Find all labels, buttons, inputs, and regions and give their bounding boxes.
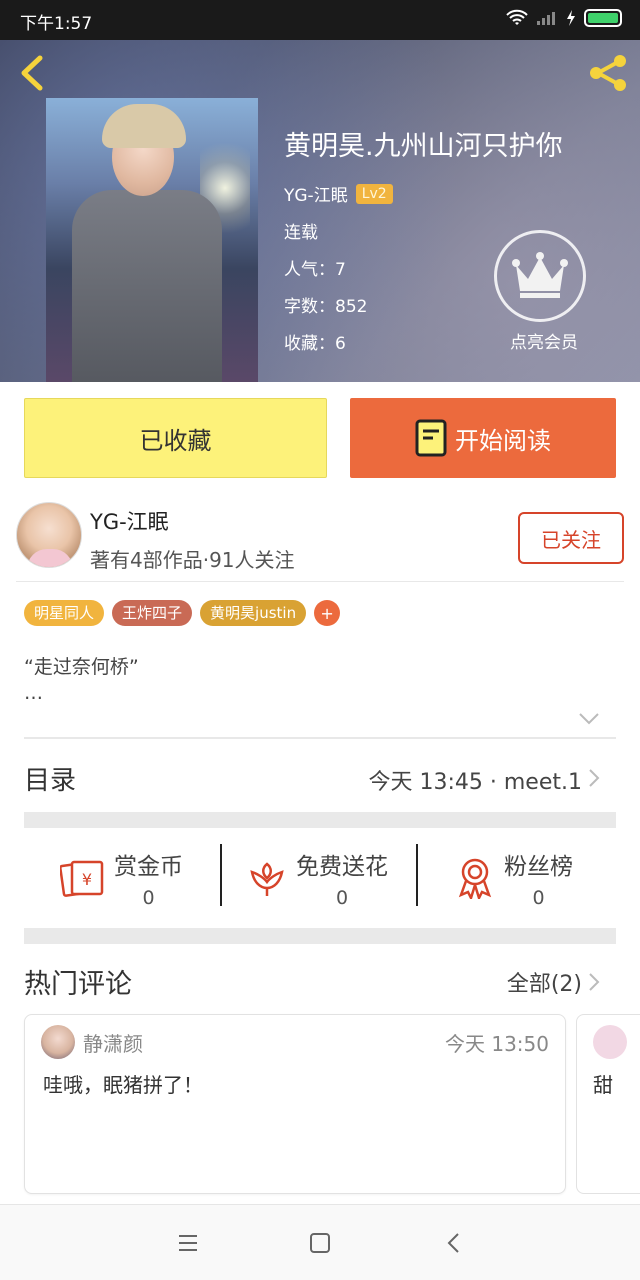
book-author-row: YG-江眠 Lv2 (284, 181, 563, 206)
charging-icon (567, 10, 575, 26)
commenter-avatar[interactable] (41, 1025, 75, 1059)
reward-flowers[interactable]: 免费送花 0 (248, 828, 388, 928)
svg-text:¥: ¥ (82, 870, 92, 889)
follow-button[interactable]: 已关注 (518, 512, 624, 564)
comment-text: 哇哦，眠猪拼了！ (43, 1073, 203, 1097)
level-badge: Lv2 (355, 183, 393, 204)
commenter-name[interactable]: 静潇颜 (83, 1028, 143, 1057)
status-icons (506, 9, 622, 27)
book-intro: “走过奈何桥” (24, 656, 139, 678)
book-detail: 已收藏 开始阅读 YG-江眠 著有4部作品·91人关注 已关注 明星同人 王炸四… (0, 382, 640, 1204)
comment-card[interactable]: 静潇颜 今天 13:50 哇哦，眠猪拼了！ (24, 1014, 566, 1194)
chevron-down-icon[interactable] (578, 712, 600, 726)
toc-title: 目录 (24, 766, 77, 796)
share-button[interactable] (586, 52, 630, 94)
book-author[interactable]: YG-江眠 (284, 181, 348, 206)
start-reading-button[interactable]: 开始阅读 (350, 398, 616, 478)
reward-flowers-value: 0 (335, 887, 349, 909)
comment-time: 今天 13:50 (445, 1032, 549, 1056)
reward-fans-label: 粉丝榜 (504, 854, 573, 880)
divider (220, 844, 222, 906)
battery-icon (584, 9, 622, 27)
reward-coins-label: 赏金币 (114, 854, 183, 880)
tag-list: 明星同人 王炸四子 黄明昊justin + (24, 600, 341, 626)
tag-item[interactable]: 王炸四子 (112, 600, 193, 626)
book-title: 黄明昊.九州山河只护你 (284, 131, 563, 162)
start-reading-label: 开始阅读 (455, 426, 551, 455)
signal-icon (537, 12, 555, 25)
all-comments-link[interactable]: 全部(2) (507, 966, 582, 998)
comment-card[interactable]: 甜 (576, 1014, 640, 1194)
menu-icon[interactable] (176, 1231, 200, 1255)
home-square-icon[interactable] (308, 1231, 332, 1255)
author-card[interactable]: YG-江眠 著有4部作品·91人关注 已关注 (16, 502, 624, 582)
reward-fans-value: 0 (532, 887, 545, 909)
book-cover[interactable] (46, 98, 258, 382)
back-button[interactable] (14, 52, 50, 94)
favorited-button[interactable]: 已收藏 (24, 398, 327, 478)
tag-item[interactable]: 黄明昊justin (200, 600, 307, 626)
comment-text: 甜 (593, 1073, 613, 1097)
author-avatar[interactable] (16, 502, 82, 568)
follow-label: 已关注 (541, 527, 601, 552)
wifi-icon (506, 9, 528, 25)
vip-button[interactable]: 点亮会员 (494, 230, 586, 353)
add-tag-button[interactable]: + (314, 600, 341, 626)
tag-item[interactable]: 明星同人 (24, 600, 105, 626)
chevron-right-icon (589, 769, 600, 787)
book-icon (415, 419, 447, 457)
divider (16, 581, 624, 582)
book-intro-more: … (24, 682, 43, 704)
hot-comments-title: 热门评论 (24, 969, 132, 1000)
book-hero: 黄明昊.九州山河只护你 YG-江眠 Lv2 连载 人气：7 字数：852 收藏：… (0, 40, 640, 382)
commenter-avatar[interactable] (593, 1025, 627, 1059)
divider (416, 844, 418, 906)
crown-icon (494, 230, 586, 322)
divider (24, 737, 616, 739)
medal-icon (458, 858, 492, 899)
status-bar: 下午1:57 (0, 0, 640, 40)
author-name[interactable]: YG-江眠 (90, 506, 169, 536)
reward-bar: ¥ 赏金币 0 免费送花 0 粉丝榜 0 (24, 828, 616, 928)
author-meta: 著有4部作品·91人关注 (90, 548, 295, 572)
chevron-right-icon[interactable] (588, 972, 600, 992)
flower-icon (250, 862, 284, 896)
reward-coins-value: 0 (142, 887, 155, 909)
section-band (24, 928, 616, 944)
back-triangle-icon[interactable] (442, 1231, 466, 1255)
vip-label: 点亮会员 (510, 333, 578, 353)
system-nav-bar (0, 1204, 640, 1280)
toc-latest-chapter: 今天 13:45 · meet.1 (368, 770, 583, 795)
reward-fans[interactable]: 粉丝榜 0 (456, 828, 573, 928)
hot-comments-header: 热门评论 全部(2) (24, 958, 616, 1008)
section-band (24, 812, 616, 828)
favorited-label: 已收藏 (139, 426, 212, 455)
status-time: 下午1:57 (20, 14, 93, 34)
red-envelope-icon: ¥ (60, 860, 104, 897)
table-of-contents[interactable]: 目录 今天 13:45 · meet.1 (24, 752, 616, 802)
reward-flowers-label: 免费送花 (296, 854, 388, 880)
reward-coins[interactable]: ¥ 赏金币 0 (60, 828, 183, 928)
